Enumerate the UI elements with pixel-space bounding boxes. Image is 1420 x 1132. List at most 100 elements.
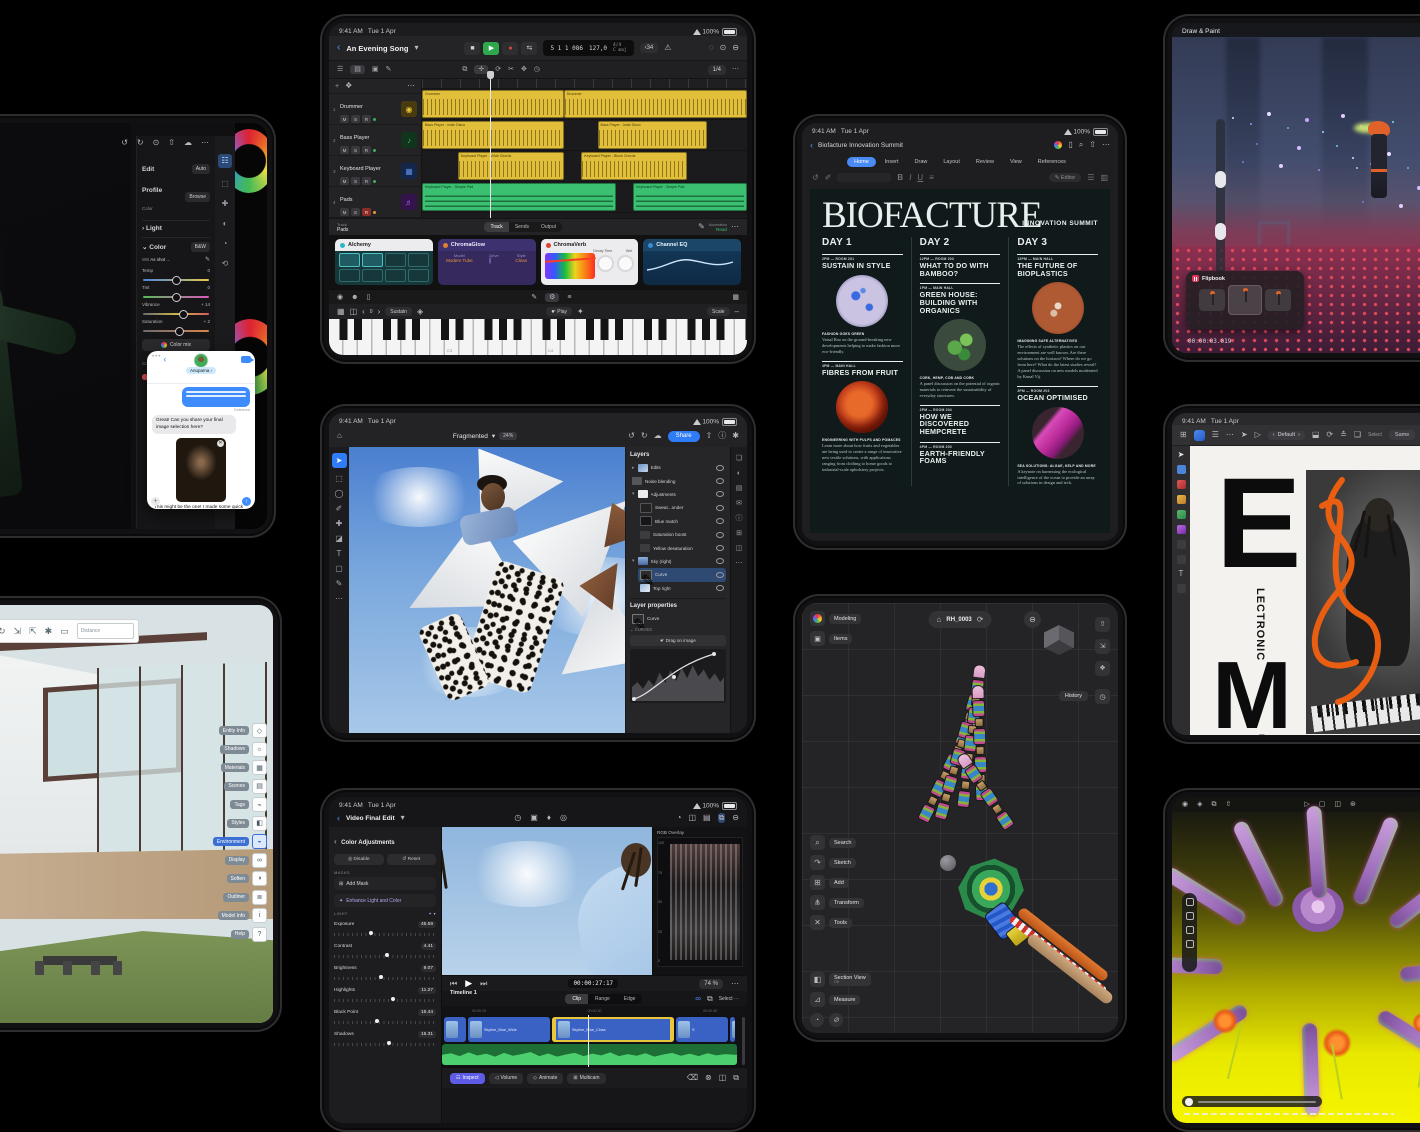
flipbook-panel[interactable]: Flipbook [1186,271,1304,329]
eye-icon[interactable] [716,545,724,551]
quantize-icon[interactable]: ◷ [534,65,540,74]
decay-knob[interactable] [597,255,614,272]
export-icon[interactable]: ⇧ [1095,617,1110,632]
appearance-icon[interactable]: ❖ [1095,661,1110,676]
tools-button[interactable]: Tools [829,918,852,928]
tab-references[interactable]: References [1031,157,1073,167]
frame-thumbnail[interactable] [1265,289,1291,311]
tab-view[interactable]: View [1003,157,1029,167]
settings-icon[interactable]: ⊙ [720,44,727,52]
tools-icon[interactable]: ✕ [810,915,825,930]
more-icon[interactable]: ⋯ [731,980,739,988]
eye-icon[interactable] [716,585,724,591]
transform-button[interactable]: Transform [829,898,864,908]
transform-tool-icon[interactable]: ⬚ [335,475,343,483]
undo-icon[interactable]: ↺ [812,174,819,182]
region[interactable]: Bass Player - Indie Disco [598,121,707,149]
slider-highlights[interactable]: Highlights11.27 [334,987,436,1004]
styles-icon[interactable]: ◧ [252,816,267,831]
font-field[interactable] [837,173,891,182]
plugin-chromaglow[interactable]: ChromaGlow ModelModern Tube Drive StyleC… [438,239,536,285]
entity-info-button[interactable]: Entity Info [219,726,249,735]
track-header-pads[interactable]: 4 Pads MSR ♬ [329,187,421,218]
color-section[interactable]: ⌄ Color [142,243,166,251]
tags-button[interactable]: Tags [230,800,249,809]
align-icon[interactable]: ≡ [929,174,934,182]
record-button[interactable]: ● [502,42,518,55]
slider-exposure[interactable]: Exposure45.59 [334,921,436,938]
panel-back-icon[interactable]: ‹ [334,838,337,846]
cloud-icon[interactable]: ☁ [654,432,662,440]
viewport-mini-toolbar[interactable] [1182,893,1197,972]
reset-button[interactable]: ↺ Reset [387,854,437,865]
track-header-drummer[interactable]: 1 Drummer MSR ◉ [329,94,421,125]
vibrance-slider[interactable] [143,313,209,315]
soften-icon[interactable]: ◑ [252,871,267,886]
arrange-area[interactable]: Drummer Drummer Bass Player - Indie Disc… [422,79,747,218]
node-tool-icon[interactable]: ▷ [1255,431,1261,439]
close-icon[interactable]: ✕ [217,440,224,447]
view-settings-icon[interactable]: ◔ [810,1013,824,1027]
plugin-chromaverb[interactable]: ChromaVerb Decay Time Wet [541,239,639,285]
layers-icon[interactable]: ☰ [1212,431,1219,439]
copy-icon[interactable]: ⧉ [462,65,467,74]
flip-icon[interactable]: ⬓ [1312,431,1320,439]
eye-icon[interactable] [716,532,724,538]
sketch-button[interactable]: Sketch [829,858,856,868]
shape-tool-icon[interactable] [1177,555,1186,564]
section-view-button[interactable]: Section ViewOff [829,973,871,986]
tuner-icon[interactable]: ◌ [709,44,714,52]
timeline-tracks[interactable]: Skyline_Blue_Wide Skyline_Blue_Close S S… [442,1015,747,1067]
opacity-handle[interactable] [1215,223,1226,240]
layer-row[interactable]: Sweat...onder [638,501,726,514]
move-tool-icon[interactable]: ✥ [521,65,527,74]
layer-row[interactable]: Blue match [638,515,726,528]
edit-mode-tabs[interactable]: ClipRangeEdge [565,994,642,1004]
document-name[interactable]: Fragmented [453,433,488,440]
plugin-power-icon[interactable] [340,243,345,248]
split-tool-icon[interactable]: ✂ [508,65,514,74]
search-icon[interactable]: ⌕ [1079,141,1083,149]
model-info-icon[interactable]: i [252,908,267,923]
photo-canvas[interactable] [349,447,625,733]
extract-icon[interactable]: ⊗ [705,1074,712,1082]
frame-thumbnail[interactable] [1199,289,1225,311]
display-button[interactable]: Display [225,856,249,865]
footer-more-icon[interactable]: ⋯ [731,223,739,231]
camera-icon[interactable]: ▣ [530,814,538,822]
layer-row-selected[interactable]: ✎Curve [638,568,726,581]
tab-draw[interactable]: Draw [908,157,935,167]
automation-pencil-icon[interactable]: ✎ [698,223,705,231]
minimize-icon[interactable]: ⊖ [732,813,739,823]
wb-value[interactable]: As shot [150,257,165,262]
wet-knob[interactable] [617,255,634,272]
redo-icon[interactable]: ↻ [641,432,648,440]
export-panel-icon[interactable]: ⊞ [736,530,742,537]
brush-tool-icon[interactable]: ✐ [336,505,343,513]
library-icon[interactable]: ❖ [345,82,352,90]
edit-tool-icon[interactable]: ☷ [218,154,232,168]
speed-icon[interactable]: ◔ [677,813,682,823]
modeling-button[interactable]: Modeling [829,614,861,624]
pointer-tool-icon[interactable]: ✛ [474,65,488,74]
region[interactable]: Keyboard Player - Wide Chords [458,152,564,180]
render-settings-icon[interactable]: ⊛ [1350,801,1356,808]
more-icon[interactable]: ⋯ [201,139,209,147]
redo-icon[interactable]: ↻ [0,627,6,636]
track-header-keys[interactable]: 3 Keyboard Player MSR ▦ [329,156,421,187]
keyboard-toggle-icon[interactable]: ▦ [732,294,739,301]
items-button[interactable]: Items [829,634,852,644]
plugin-channel-eq[interactable]: Channel EQ [643,239,741,285]
poster-canvas[interactable]: E LECTRONIC M USIC [1190,446,1420,735]
history-button[interactable]: History [1059,691,1088,701]
section-view-icon[interactable]: ◧ [810,972,825,987]
send-button[interactable]: ↑ [242,497,251,506]
slider-shadows[interactable]: Shadows15.31 [334,1031,436,1048]
tint-slider[interactable] [143,296,209,298]
export-icon[interactable]: ⇱ [29,627,37,636]
healing-icon[interactable]: ✚ [222,200,229,208]
dual-view-icon[interactable]: ◫ [688,813,696,823]
transition-icon[interactable]: ◫ [719,1074,727,1082]
pencil-tool-icon[interactable] [1177,510,1186,519]
enhance-button[interactable]: ✦ Enhance Light and Color [334,894,436,907]
